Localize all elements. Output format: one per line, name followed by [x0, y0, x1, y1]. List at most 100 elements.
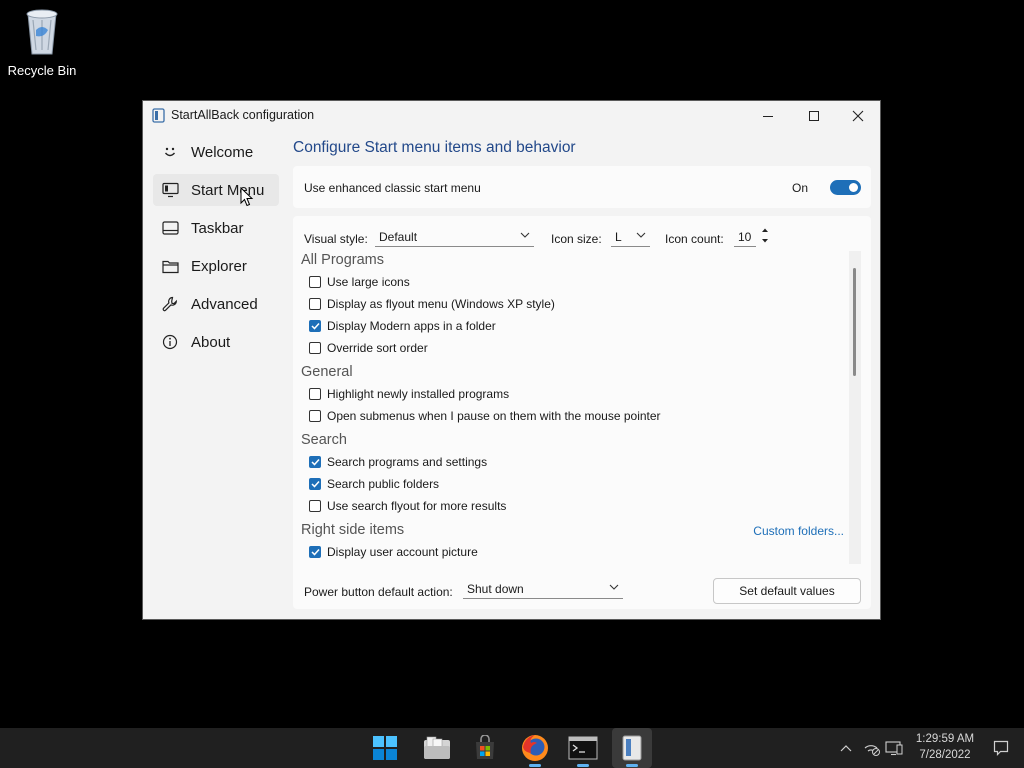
option-flyout-menu[interactable]: Display as flyout menu (Windows XP style… [309, 296, 555, 312]
smiley-icon [159, 144, 181, 160]
start-menu-icon [159, 182, 181, 198]
options-scrollbar[interactable] [849, 251, 861, 564]
page-heading: Configure Start menu items and behavior [293, 139, 576, 156]
notification-icon [993, 740, 1009, 756]
nav-start-menu[interactable]: Start Menu [153, 174, 279, 206]
info-icon [159, 334, 181, 350]
checkbox[interactable] [309, 410, 321, 422]
clock-time: 1:29:59 AM [915, 733, 975, 745]
firefox-icon [522, 735, 548, 761]
taskbar-terminal[interactable] [563, 728, 603, 768]
set-default-values-button[interactable]: Set default values [713, 578, 861, 604]
nav-label: Welcome [191, 143, 254, 161]
checkbox[interactable] [309, 500, 321, 512]
enhanced-menu-card: Use enhanced classic start menu On [293, 166, 871, 208]
tray-overflow-button[interactable] [838, 728, 854, 768]
icon-count-value: 10 [738, 230, 752, 244]
chevron-down-icon [636, 232, 646, 238]
checkmark-icon [310, 322, 320, 330]
running-indicator [626, 764, 638, 767]
title-bar[interactable]: StartAllBack configuration [143, 101, 880, 131]
close-button[interactable] [835, 101, 881, 131]
section-all-programs: All Programs [301, 252, 384, 268]
section-general: General [301, 364, 353, 380]
toggle-state-label: On [791, 181, 808, 195]
startallback-icon [622, 735, 642, 761]
taskbar-firefox[interactable] [515, 728, 555, 768]
option-use-large-icons[interactable]: Use large icons [309, 274, 410, 290]
icon-count-spinner-icon[interactable] [760, 226, 770, 246]
option-label: Use search flyout for more results [327, 499, 507, 513]
folder-icon [159, 259, 181, 274]
chevron-down-icon [520, 232, 530, 238]
icon-count-input[interactable]: 10 [734, 226, 756, 247]
power-action-select[interactable]: Shut down [463, 578, 623, 599]
mouse-cursor-icon [240, 187, 254, 207]
tray-display[interactable] [884, 728, 904, 768]
option-label: Display Modern apps in a folder [327, 319, 496, 333]
nav-welcome[interactable]: Welcome [153, 136, 279, 168]
store-icon [476, 735, 494, 759]
notifications-button[interactable] [990, 728, 1012, 768]
nav-explorer[interactable]: Explorer [153, 250, 279, 282]
style-controls-row: Visual style: Default Icon size: L Icon … [304, 226, 871, 248]
option-search-public[interactable]: Search public folders [309, 476, 439, 492]
icon-size-value: L [615, 230, 622, 244]
taskbar-store[interactable] [465, 728, 505, 768]
checkbox[interactable] [309, 546, 321, 558]
minimize-icon [763, 116, 773, 117]
nav-label: Explorer [191, 257, 247, 275]
checkmark-icon [310, 458, 320, 466]
tray-network[interactable] [862, 728, 882, 768]
visual-style-value: Default [379, 230, 418, 244]
custom-folders-link[interactable]: Custom folders... [753, 524, 844, 538]
checkbox[interactable] [309, 478, 321, 490]
option-modern-apps-folder[interactable]: Display Modern apps in a folder [309, 318, 496, 334]
checkbox[interactable] [309, 298, 321, 310]
option-label: Display user account picture [327, 545, 478, 559]
chevron-up-icon [840, 745, 852, 752]
running-indicator [529, 764, 541, 767]
nav-taskbar[interactable]: Taskbar [153, 212, 279, 244]
taskbar: 1:29:59 AM 7/28/2022 [0, 728, 1024, 768]
options-card: Visual style: Default Icon size: L Icon … [293, 216, 871, 609]
option-search-flyout[interactable]: Use search flyout for more results [309, 498, 506, 514]
chevron-down-icon [609, 584, 619, 590]
icon-size-label: Icon size: [551, 232, 602, 246]
nav-advanced[interactable]: Advanced [153, 288, 279, 320]
checkbox[interactable] [309, 276, 321, 288]
startallback-window: StartAllBack configuration Welcome Start… [142, 100, 881, 620]
nav-about[interactable]: About [153, 326, 279, 358]
option-label: Search public folders [327, 477, 440, 491]
section-search: Search [301, 432, 347, 448]
option-highlight-new[interactable]: Highlight newly installed programs [309, 386, 509, 402]
checkbox[interactable] [309, 320, 321, 332]
checkbox[interactable] [309, 388, 321, 400]
visual-style-select[interactable]: Default [375, 226, 534, 247]
enhanced-menu-label: Use enhanced classic start menu [304, 181, 481, 195]
wrench-icon [159, 296, 181, 312]
minimize-button[interactable] [745, 101, 791, 131]
icon-size-select[interactable]: L [611, 226, 650, 247]
enhanced-menu-toggle[interactable] [830, 180, 861, 195]
visual-style-label: Visual style: [304, 232, 368, 246]
taskbar-file-explorer[interactable] [417, 728, 457, 768]
recycle-bin[interactable]: Recycle Bin [4, 6, 80, 78]
scrollbar-thumb[interactable] [853, 268, 856, 376]
option-label: Use large icons [327, 275, 410, 289]
network-status-icon [864, 745, 880, 756]
checkbox[interactable] [309, 456, 321, 468]
section-right-side-items: Right side items [301, 522, 405, 538]
checkbox[interactable] [309, 342, 321, 354]
power-row: Power button default action: Shut down S… [304, 578, 861, 604]
start-button[interactable] [365, 728, 405, 768]
clock-date: 7/28/2022 [919, 749, 971, 761]
option-search-programs[interactable]: Search programs and settings [309, 454, 487, 470]
option-user-picture[interactable]: Display user account picture [309, 544, 478, 560]
taskbar-startallback[interactable] [612, 728, 652, 768]
taskbar-clock[interactable]: 1:29:59 AM 7/28/2022 [906, 731, 984, 763]
option-override-sort[interactable]: Override sort order [309, 340, 428, 356]
taskbar-icon [159, 221, 181, 235]
maximize-button[interactable] [791, 101, 837, 131]
option-open-submenus[interactable]: Open submenus when I pause on them with … [309, 408, 661, 424]
